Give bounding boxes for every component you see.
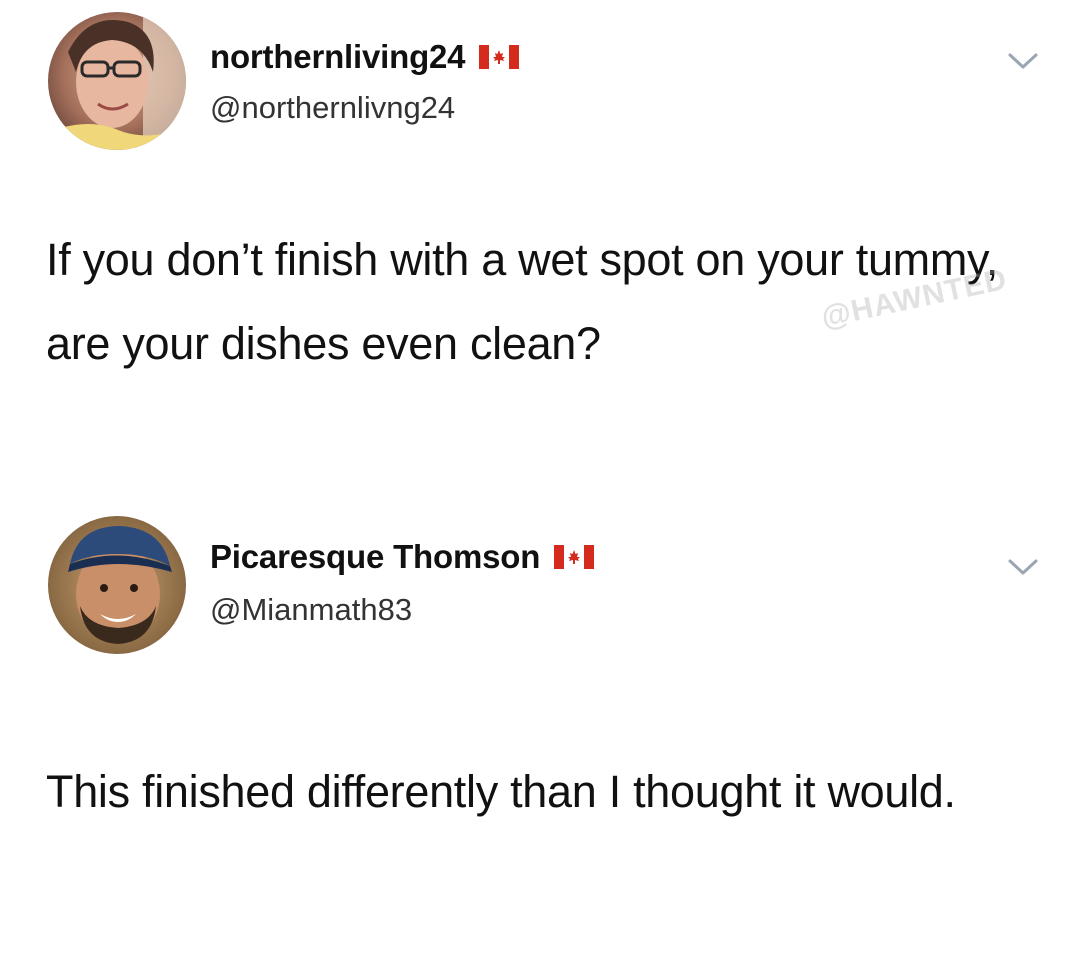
canada-flag-icon: [479, 45, 520, 69]
tweet-card: northernliving24 @northernlivng24 If you…: [0, 0, 1080, 490]
user-avatar-icon: [48, 516, 186, 654]
canada-flag-icon: [554, 545, 595, 569]
user-handle[interactable]: @northernlivng24: [210, 90, 455, 126]
avatar[interactable]: [48, 12, 186, 150]
user-avatar-icon: [48, 12, 186, 150]
tweet-text: This finished differently than I thought…: [46, 766, 956, 817]
avatar[interactable]: [48, 516, 186, 654]
user-handle[interactable]: @Mianmath83: [210, 592, 412, 628]
author-row: northernliving24: [210, 38, 520, 76]
chevron-down-icon[interactable]: [1006, 50, 1040, 72]
author-row: Picaresque Thomson: [210, 538, 595, 576]
chevron-down-icon[interactable]: [1006, 556, 1040, 578]
tweet-card: Picaresque Thomson @Mianmath83 This fini…: [0, 500, 1080, 975]
display-name[interactable]: northernliving24: [210, 38, 466, 76]
screenshot-page: northernliving24 @northernlivng24 If you…: [0, 0, 1080, 975]
display-name[interactable]: Picaresque Thomson: [210, 538, 540, 576]
